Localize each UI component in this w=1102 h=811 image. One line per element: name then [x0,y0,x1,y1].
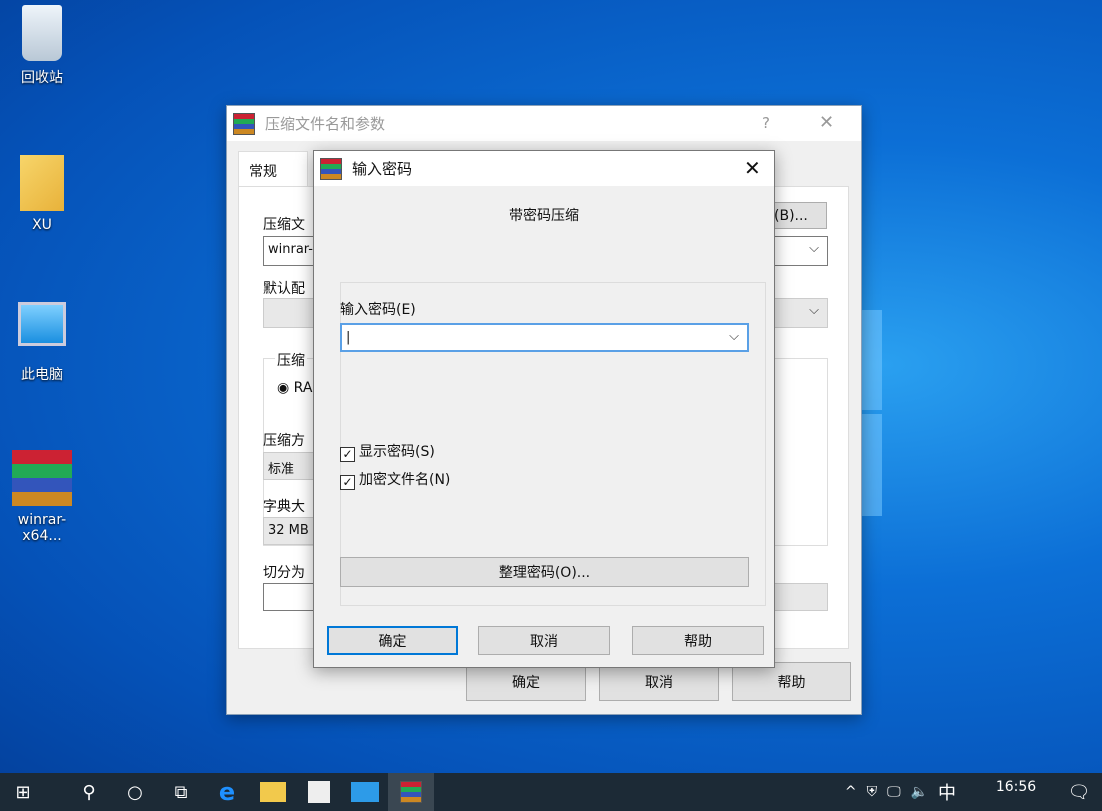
desktop-icon-winrar[interactable]: winrar-x64... [0,450,84,544]
checkbox-checked-icon: ✓ [340,475,355,490]
cancel-button[interactable]: 取消 [478,626,610,655]
title-bar: 输入密码 ✕ [314,151,774,186]
security-alert-icon[interactable]: ⛨ [867,784,878,800]
archive-name-label: 压缩文 [263,217,305,233]
password-input[interactable]: | ⌵ [340,323,749,352]
desktop-icon-recycle-bin[interactable]: 回收站 [0,5,84,87]
tab-general[interactable]: 常规 [238,151,308,187]
password-dialog: 输入密码 ✕ 带密码压缩 输入密码(E) | ⌵ ✓ 显示密码(S) ✓ 加密文件名(… [313,150,775,668]
method-label: 压缩方 [263,433,305,449]
dictionary-label: 字典大 [263,499,305,515]
format-radio-rar[interactable]: ◉ RA [277,380,312,396]
dialog-title: 压缩文件名和参数 [265,115,386,133]
start-windows-icon[interactable]: ⊞ [0,773,46,811]
show-password-checkbox[interactable]: ✓ 显示密码(S) [340,441,435,462]
title-bar: 压缩文件名和参数 ? ✕ [227,106,861,141]
winrar-icon [320,157,342,180]
password-label: 输入密码(E) [340,302,416,318]
desktop-icon-this-pc[interactable]: 此电脑 [0,302,84,384]
edge-icon[interactable]: e [204,773,250,811]
cortana-icon[interactable]: ○ [112,773,158,811]
store-icon[interactable] [296,773,342,811]
help-button[interactable]: 帮助 [632,626,764,655]
user-folder-icon [20,155,64,211]
ok-button[interactable]: 确定 [327,626,458,655]
encrypt-filenames-checkbox[interactable]: ✓ 加密文件名(N) [340,469,450,490]
search-icon[interactable]: ⚲ [66,773,112,811]
clock[interactable]: 16:56 [976,779,1056,795]
taskbar: ⊞ ⚲ ○ ⧉ e ^ ⛨ 🖵 🔈 中 16:56 🗨 [0,773,1102,811]
task-view-icon[interactable]: ⧉ [158,773,204,811]
dialog-title: 输入密码 [352,160,413,178]
desktop-icon-label: 回收站 [21,70,63,86]
dialog-heading: 带密码压缩 [509,208,579,224]
profile-label: 默认配 [263,281,305,297]
desktop-icon-label: XU [32,217,52,233]
desktop-icon-user[interactable]: XU [0,155,84,233]
desktop-icon-label: winrar-x64... [17,512,67,544]
volume-icon[interactable]: 🔈 [911,784,928,800]
winrar-icon [233,112,255,135]
update-select[interactable] [767,583,828,611]
desktop-icon-label: 此电脑 [21,367,63,383]
input-method-indicator[interactable]: 中 [938,779,956,805]
split-label: 切分为 [263,565,305,581]
format-group-label: 压缩 [275,350,307,370]
computer-icon [18,302,66,346]
recycle-bin-icon [22,5,62,61]
organize-passwords-button[interactable]: 整理密码(O)... [340,557,749,587]
winrar-taskbar-icon[interactable] [388,773,434,811]
close-button[interactable]: ✕ [819,112,834,133]
mail-icon[interactable] [342,773,388,811]
checkbox-checked-icon: ✓ [340,447,355,462]
network-icon[interactable]: 🖵 [887,784,901,800]
notifications-icon[interactable]: 🗨 [1056,773,1102,811]
file-explorer-icon[interactable] [250,773,296,811]
winrar-installer-icon [12,450,72,506]
windows-logo-wallpaper-lower [862,414,882,516]
help-button[interactable]: ? [762,114,770,132]
show-hidden-icons-button[interactable]: ^ [845,784,857,800]
windows-logo-wallpaper [862,310,882,410]
close-button[interactable]: ✕ [744,156,761,180]
